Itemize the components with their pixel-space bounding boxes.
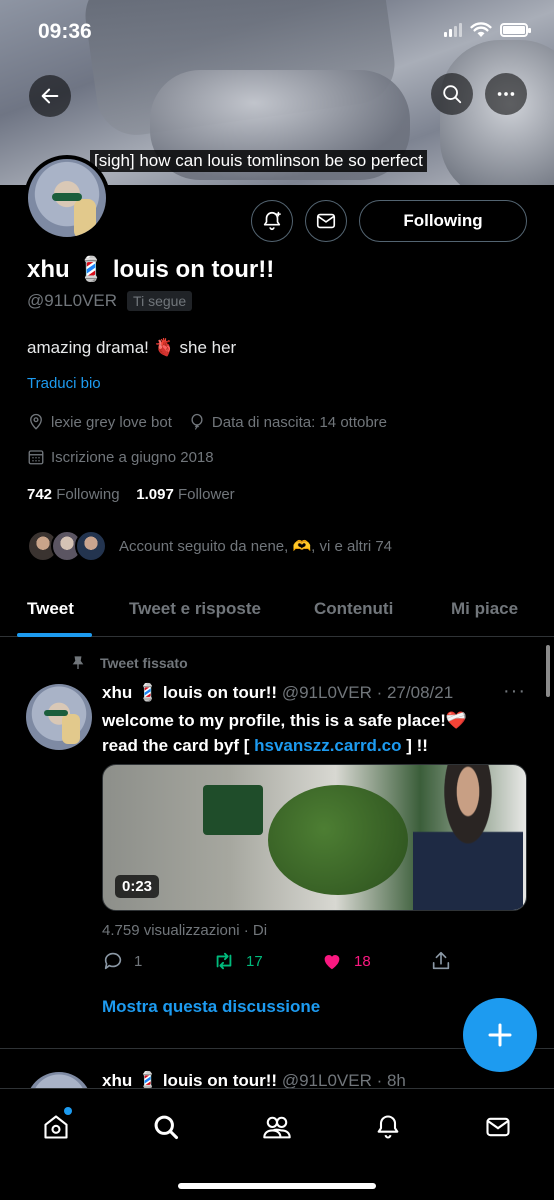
share-icon	[432, 951, 450, 970]
tweet-video[interactable]: 0:23	[102, 764, 527, 911]
tab-tweet[interactable]: Tweet	[27, 599, 74, 619]
followers-stat[interactable]: 1.097 Follower	[136, 486, 234, 503]
reply-count: 1	[134, 952, 143, 970]
mail-icon	[486, 1117, 510, 1137]
nav-communities[interactable]	[257, 1107, 297, 1147]
communities-icon	[263, 1116, 291, 1139]
nav-notifications[interactable]	[368, 1107, 408, 1147]
tweet-more-icon[interactable]: ···	[503, 680, 526, 703]
profile-birthday: Data di nascita: 14 ottobre	[211, 413, 388, 431]
status-bar: 09:36	[0, 0, 554, 52]
back-arrow-icon	[41, 88, 59, 104]
scrollbar-thumb[interactable]	[546, 645, 550, 697]
nav-messages[interactable]	[478, 1107, 518, 1147]
pinned-label: Tweet fissato	[100, 655, 188, 671]
tweet-text-suffix: ] !!	[406, 736, 428, 755]
tweet-text: welcome to my profile, this is a safe pl…	[102, 708, 512, 758]
balloon-icon	[191, 413, 203, 430]
signal-icon	[444, 23, 462, 37]
profile-bio: amazing drama! 🫀 she her	[27, 338, 237, 357]
battery-icon	[500, 23, 531, 37]
tweet-author-name[interactable]: xhu 💈 louis on tour!!	[102, 683, 277, 702]
home-icon	[44, 1115, 68, 1139]
retweet-icon	[216, 952, 232, 970]
retweet-button[interactable]: 17	[212, 950, 263, 972]
show-thread-link[interactable]: Mostra questa discussione	[102, 997, 320, 1017]
share-button[interactable]	[430, 950, 452, 972]
profile-joined: Iscrizione a giugno 2018	[51, 448, 214, 466]
follower-avatar	[75, 530, 107, 562]
following-stat[interactable]: 742 Following	[27, 486, 120, 503]
tab-mi-piace[interactable]: Mi piace	[451, 599, 518, 619]
more-options-button[interactable]	[485, 73, 527, 115]
translate-bio-link[interactable]: Traduci bio	[27, 375, 101, 392]
notifications-toggle-button[interactable]	[251, 200, 293, 242]
profile-handle-row: @91L0VER Ti segue	[27, 291, 193, 311]
bell-icon	[377, 1115, 399, 1139]
followed-by-row[interactable]: Account seguito da nene, 🫶, vi e altri 7…	[27, 530, 392, 562]
more-icon	[497, 92, 515, 96]
active-tab-indicator	[17, 633, 92, 637]
nav-search[interactable]	[146, 1107, 186, 1147]
followers-count: 1.097	[136, 486, 174, 503]
tweet-date: · 27/08/21	[376, 683, 454, 702]
like-button[interactable]: 18	[320, 950, 371, 972]
profile-display-name: xhu 💈 louis on tour!!	[27, 256, 275, 283]
video-duration: 0:23	[115, 875, 160, 898]
calendar-icon	[28, 450, 44, 465]
following-count: 742	[27, 486, 53, 503]
profile-location: lexie grey love bot	[51, 413, 172, 431]
follow-stats: 742 Following 1.097 Follower	[27, 486, 235, 503]
tweet-text-prefix: read the card byf [	[102, 736, 250, 755]
tab-tweet-e-risposte[interactable]: Tweet e risposte	[129, 599, 261, 619]
tweet-views: 4.759 visualizzazioni · Di	[102, 922, 268, 939]
tweet-author-avatar[interactable]	[26, 684, 92, 750]
back-button[interactable]	[29, 75, 71, 117]
compose-tweet-button[interactable]	[463, 998, 537, 1072]
search-button[interactable]	[431, 73, 473, 115]
like-count: 18	[354, 952, 371, 970]
tweet-header: xhu 💈 louis on tour!! @91L0VER · 27/08/2…	[102, 683, 453, 703]
tweet-link[interactable]: hsvanszz.carrd.co	[254, 736, 401, 755]
tweet-text-line: welcome to my profile, this is a safe pl…	[102, 711, 468, 730]
search-icon	[154, 1115, 179, 1140]
heart-icon	[324, 955, 340, 970]
home-indicator[interactable]	[178, 1183, 376, 1189]
tab-contenuti[interactable]: Contenuti	[314, 599, 393, 619]
follows-you-badge: Ti segue	[127, 291, 193, 311]
profile-meta-row: lexie grey love bot Data di nascita: 14 …	[27, 413, 387, 431]
reply-button[interactable]: 1	[102, 950, 142, 972]
tweet-author-handle: @91L0VER	[281, 683, 372, 702]
profile-avatar[interactable]	[24, 155, 110, 241]
new-content-dot	[64, 1107, 72, 1115]
pin-icon	[72, 656, 84, 669]
banner-caption: [sigh] how can louis tomlinson be so per…	[90, 150, 427, 172]
following-label: Following	[56, 486, 120, 503]
plus-icon	[488, 1023, 512, 1047]
reply-icon	[104, 952, 122, 970]
message-button[interactable]	[305, 200, 347, 242]
followed-by-text: Account seguito da nene, 🫶, vi e altri 7…	[119, 538, 393, 555]
tweet-actions: 1 17 18	[102, 950, 462, 978]
followers-label: Follower	[177, 486, 235, 503]
location-icon	[30, 413, 42, 430]
tweet-text-line: read the card byf [ hsvanszz.carrd.co ] …	[102, 733, 512, 758]
status-time: 09:36	[38, 20, 92, 43]
status-icons	[444, 22, 531, 38]
search-icon	[443, 85, 462, 104]
bell-plus-icon	[263, 211, 281, 231]
profile-tabs: Tweet Tweet e risposte Contenuti Mi piac…	[0, 585, 554, 637]
retweet-count: 17	[246, 952, 263, 970]
mail-icon	[316, 213, 336, 229]
wifi-icon	[470, 22, 492, 37]
following-button[interactable]: Following	[359, 200, 527, 242]
pinned-label-row: Tweet fissato	[70, 655, 188, 671]
profile-handle: @91L0VER	[27, 291, 118, 310]
nav-home[interactable]	[36, 1107, 76, 1147]
profile-joined-row: Iscrizione a giugno 2018	[27, 448, 214, 466]
